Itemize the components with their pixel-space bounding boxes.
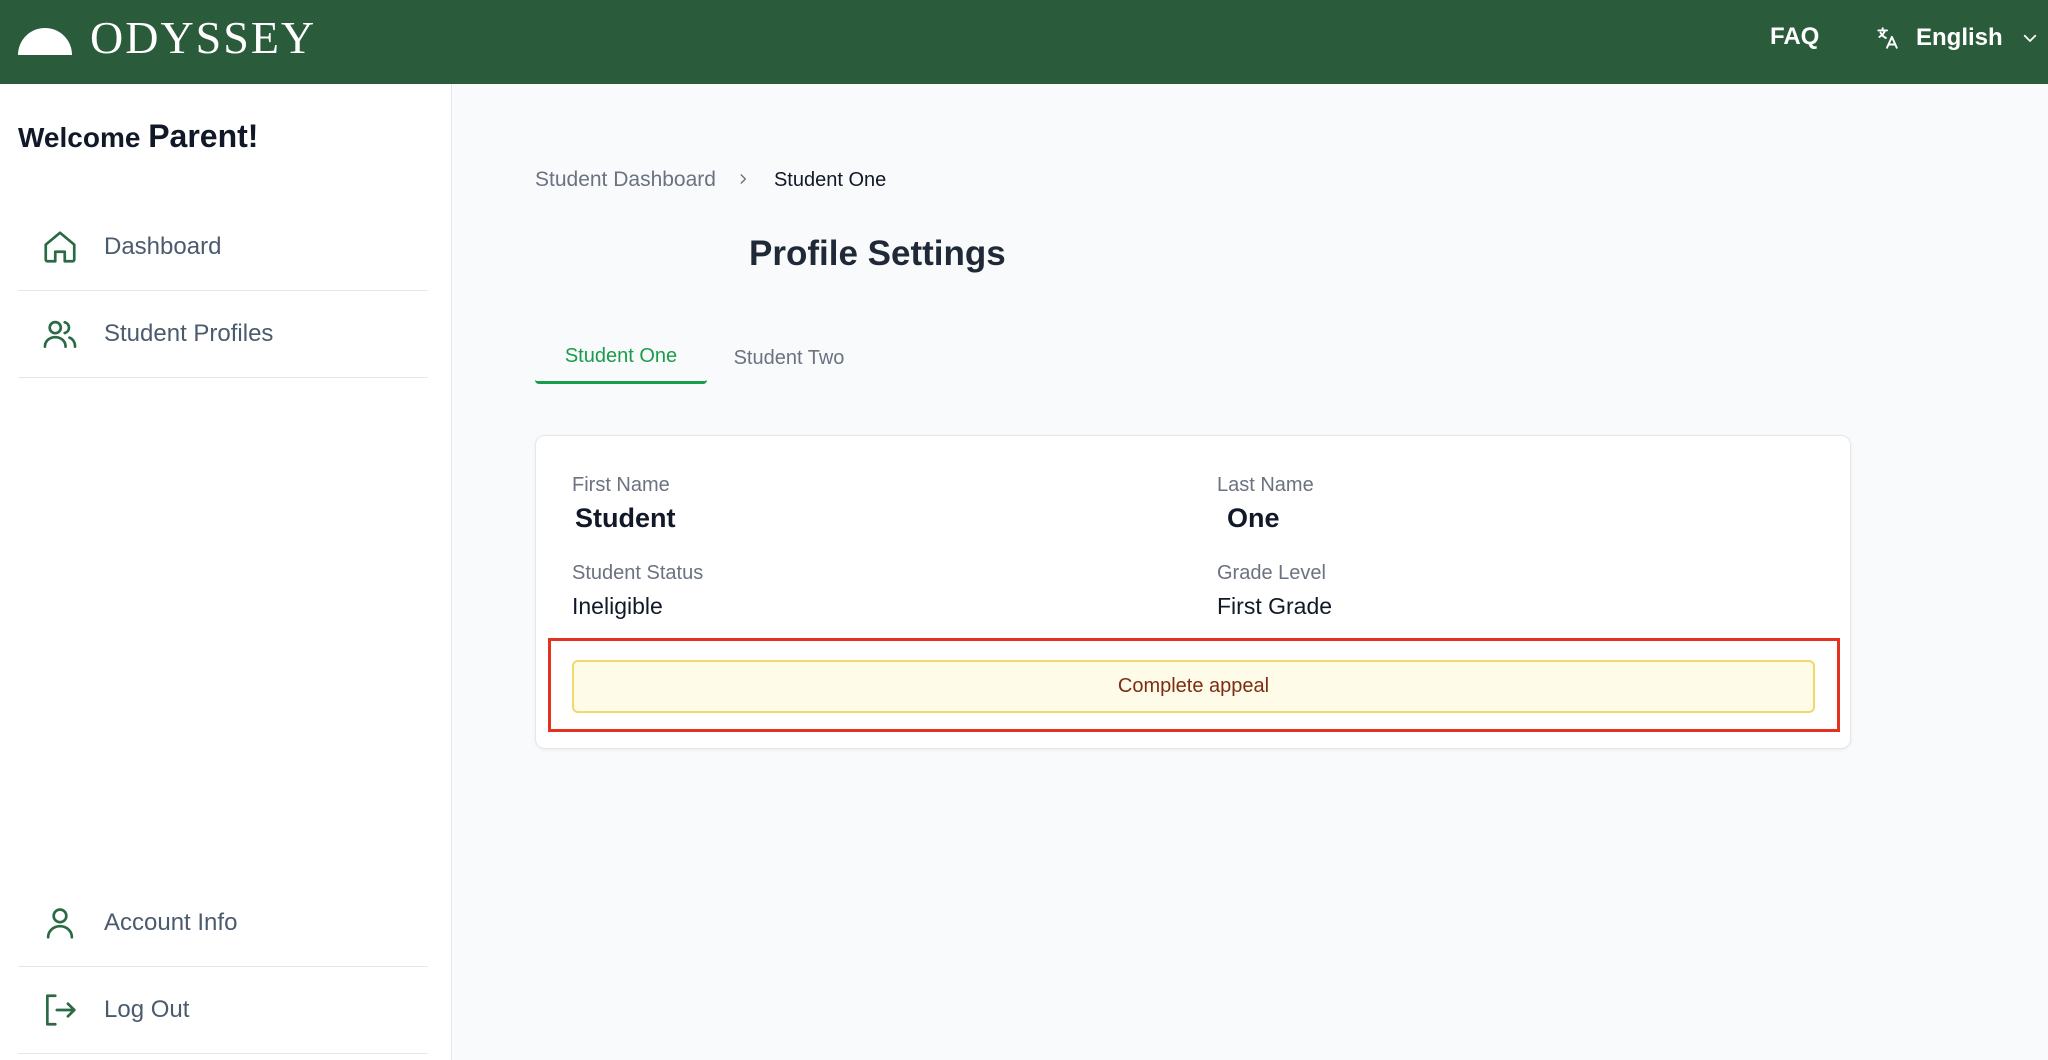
last-name-value: One xyxy=(1227,503,1280,533)
sidebar-item-log-out[interactable]: Log Out xyxy=(18,967,428,1054)
sidebar-item-student-profiles[interactable]: Student Profiles xyxy=(18,291,428,378)
home-icon xyxy=(40,227,80,267)
chevron-right-icon xyxy=(736,169,750,192)
sidebar-item-label: Student Profiles xyxy=(104,320,274,347)
logo-dome-icon xyxy=(18,21,72,55)
logout-icon xyxy=(40,990,80,1030)
breadcrumb: Student Dashboard Student One xyxy=(535,168,886,192)
grade-level-field: Grade Level First Grade xyxy=(1217,562,1332,620)
first-name-field: First Name Student xyxy=(572,474,676,534)
student-tabs: Student One Student Two xyxy=(535,332,935,384)
language-label: English xyxy=(1916,24,2003,51)
translate-icon xyxy=(1874,25,1900,51)
brand-name: ODYSSEY xyxy=(90,12,317,63)
sidebar: Welcome Parent! Dashboard Student Profil… xyxy=(0,84,452,1060)
welcome-name: Parent! xyxy=(148,118,259,154)
faq-link[interactable]: FAQ xyxy=(1770,23,1819,51)
tab-student-two[interactable]: Student Two xyxy=(715,332,863,384)
breadcrumb-current: Student One xyxy=(773,168,887,191)
student-status-field: Student Status Ineligible xyxy=(572,562,703,620)
first-name-value: Student xyxy=(575,503,676,533)
last-name-field: Last Name One xyxy=(1217,474,1314,534)
student-status-label: Student Status xyxy=(572,562,704,584)
last-name-label: Last Name xyxy=(1217,474,1314,496)
welcome-prefix: Welcome xyxy=(18,122,141,153)
sidebar-item-label: Log Out xyxy=(104,996,190,1023)
brand-logo[interactable]: ODYSSEY xyxy=(18,12,317,63)
tab-student-one[interactable]: Student One xyxy=(535,332,707,384)
language-selector[interactable]: English xyxy=(1874,20,2039,56)
sidebar-item-account-info[interactable]: Account Info xyxy=(18,880,428,967)
complete-appeal-button[interactable]: Complete appeal xyxy=(572,660,1815,713)
top-bar: ODYSSEY FAQ English xyxy=(0,0,2048,84)
breadcrumb-student-dashboard[interactable]: Student Dashboard xyxy=(535,168,716,192)
sidebar-item-dashboard[interactable]: Dashboard xyxy=(18,204,428,291)
main-content: Student Dashboard Student One Profile Se… xyxy=(452,84,2048,1060)
sidebar-item-label: Account Info xyxy=(104,909,238,936)
grade-level-value: First Grade xyxy=(1217,593,1333,619)
sidebar-item-label: Dashboard xyxy=(104,233,222,260)
page-title: Profile Settings xyxy=(749,234,1006,273)
user-icon xyxy=(40,903,80,943)
welcome-heading: Welcome Parent! xyxy=(18,118,258,155)
grade-level-label: Grade Level xyxy=(1217,562,1326,584)
student-status-value: Ineligible xyxy=(572,593,663,619)
first-name-label: First Name xyxy=(572,474,670,496)
users-icon xyxy=(40,314,80,354)
chevron-down-icon xyxy=(2021,29,2039,47)
